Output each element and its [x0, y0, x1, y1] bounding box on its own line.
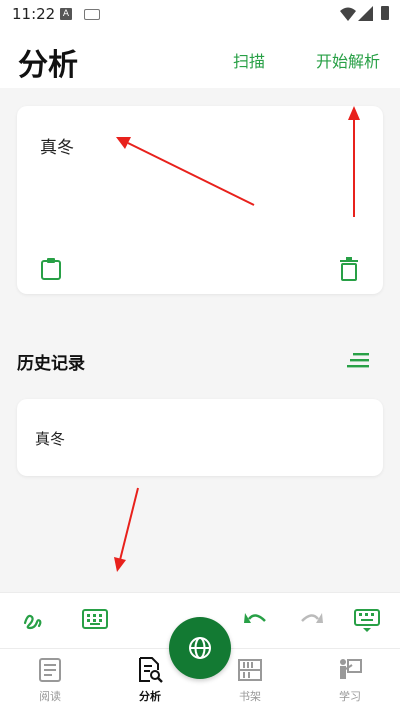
- undo-icon[interactable]: [243, 609, 267, 627]
- scan-button[interactable]: 扫描: [233, 48, 265, 72]
- book-icon: [39, 658, 61, 682]
- globe-icon: [189, 637, 211, 659]
- wifi-icon: [340, 7, 356, 21]
- tab-label: 分析: [139, 690, 161, 703]
- history-item[interactable]: 真冬: [17, 399, 383, 476]
- keyboard-notification-icon: [84, 9, 100, 20]
- document-search-icon: [139, 657, 163, 683]
- tab-label: 学习: [339, 690, 361, 703]
- handwriting-icon[interactable]: [22, 609, 44, 631]
- signal-icon: [358, 6, 373, 21]
- keyboard-hide-icon[interactable]: [354, 609, 380, 633]
- a-notification-icon: A: [60, 8, 72, 20]
- history-item-text: 真冬: [35, 430, 66, 448]
- history-title: 历史记录: [17, 354, 85, 374]
- app-header: 分析 扫描 开始解析: [0, 28, 400, 88]
- bookshelf-icon: [238, 659, 262, 681]
- keyboard-icon[interactable]: [82, 609, 108, 629]
- battery-icon: [381, 6, 389, 20]
- clipboard-icon[interactable]: [40, 257, 62, 281]
- arrow-head: [114, 557, 126, 572]
- arrow-to-bottom: [119, 487, 139, 561]
- status-bar: 11:22 A: [0, 0, 400, 28]
- translate-fab[interactable]: [169, 617, 231, 679]
- input-text[interactable]: 真冬: [40, 133, 74, 158]
- start-parse-button[interactable]: 开始解析: [316, 48, 380, 72]
- tab-learn[interactable]: 学习: [315, 649, 385, 711]
- redo-icon[interactable]: [300, 609, 324, 627]
- sort-lines-icon[interactable]: [347, 352, 369, 368]
- input-card[interactable]: 真冬: [17, 106, 383, 294]
- trash-icon[interactable]: [339, 257, 359, 281]
- page-title: 分析: [18, 48, 78, 83]
- teacher-icon: [340, 659, 362, 679]
- tab-read[interactable]: 阅读: [15, 649, 85, 711]
- status-time: 11:22: [12, 5, 56, 23]
- tab-label: 书架: [239, 690, 261, 703]
- tab-label: 阅读: [39, 690, 61, 703]
